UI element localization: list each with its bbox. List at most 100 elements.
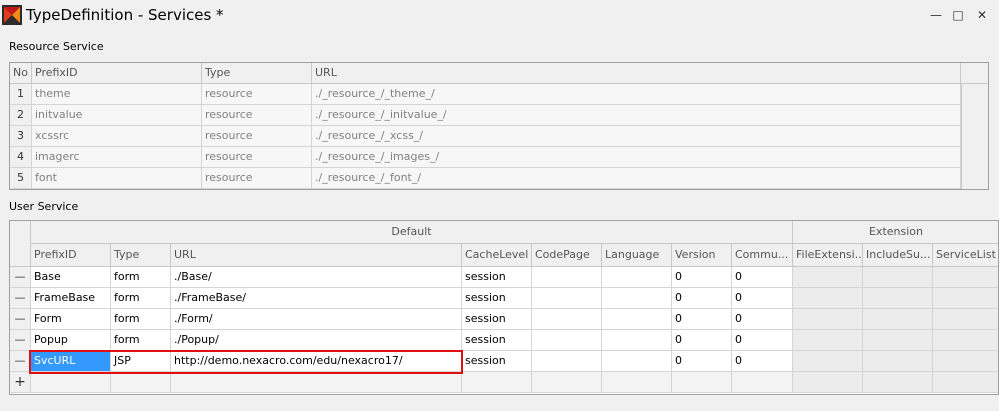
column-header-url[interactable]: URL <box>171 244 462 267</box>
table-cell-prefixid[interactable]: Popup <box>31 330 111 351</box>
new-row-cell[interactable] <box>933 372 998 393</box>
table-cell-fileextension[interactable] <box>793 309 863 330</box>
table-cell-type[interactable]: resource <box>202 105 312 126</box>
vertical-scrollbar[interactable] <box>961 84 988 189</box>
column-header-type[interactable]: Type <box>111 244 171 267</box>
table-cell-cachelevel[interactable]: session <box>462 288 532 309</box>
column-header-communication[interactable]: Commu... <box>732 244 793 267</box>
table-cell-cachelevel[interactable]: session <box>462 267 532 288</box>
new-row-cell[interactable] <box>863 372 933 393</box>
new-row-cell[interactable] <box>111 372 171 393</box>
table-cell-language[interactable] <box>602 309 672 330</box>
table-cell-version[interactable]: 0 <box>672 330 732 351</box>
table-cell-url[interactable]: ./Form/ <box>171 309 462 330</box>
column-header-no[interactable]: No <box>10 63 32 84</box>
column-header-cachelevel[interactable]: CacheLevel <box>462 244 532 267</box>
column-header-url[interactable]: URL <box>312 63 961 84</box>
table-cell-servicelist[interactable] <box>933 288 998 309</box>
column-header-language[interactable]: Language <box>602 244 672 267</box>
column-header-includesubdir[interactable]: IncludeSu... <box>863 244 933 267</box>
column-header-fileextension[interactable]: FileExtensi... <box>793 244 863 267</box>
table-cell-prefixid[interactable]: Base <box>31 267 111 288</box>
table-cell-type[interactable]: form <box>111 288 171 309</box>
table-cell-codepage[interactable] <box>532 309 602 330</box>
table-cell-url[interactable]: ./FrameBase/ <box>171 288 462 309</box>
table-cell-version[interactable]: 0 <box>672 351 732 372</box>
column-header-version[interactable]: Version <box>672 244 732 267</box>
table-cell-cachelevel[interactable]: session <box>462 309 532 330</box>
table-cell-communication[interactable]: 0 <box>732 288 793 309</box>
table-cell-prefixid[interactable]: xcssrc <box>32 126 202 147</box>
table-cell-cachelevel[interactable]: session <box>462 330 532 351</box>
table-cell-prefixid[interactable]: initvalue <box>32 105 202 126</box>
table-cell-includesubdir[interactable] <box>863 330 933 351</box>
table-cell-url[interactable]: ./_resource_/_images_/ <box>312 147 961 168</box>
table-cell-prefixid[interactable]: Form <box>31 309 111 330</box>
minimize-button[interactable]: — <box>924 4 948 26</box>
table-cell-language[interactable] <box>602 330 672 351</box>
new-row-cell[interactable] <box>793 372 863 393</box>
table-cell-language[interactable] <box>602 351 672 372</box>
table-cell-version[interactable]: 0 <box>672 267 732 288</box>
column-header-prefixid[interactable]: PrefixID <box>32 63 202 84</box>
table-cell-version[interactable]: 0 <box>672 288 732 309</box>
table-cell-fileextension[interactable] <box>793 288 863 309</box>
table-cell-fileextension[interactable] <box>793 267 863 288</box>
table-cell-servicelist[interactable] <box>933 330 998 351</box>
maximize-button[interactable]: □ <box>946 4 970 26</box>
column-header-servicelist[interactable]: ServiceList <box>933 244 998 267</box>
table-cell-servicelist[interactable] <box>933 267 998 288</box>
table-cell-url[interactable]: ./_resource_/_initvalue_/ <box>312 105 961 126</box>
table-cell-url[interactable]: ./_resource_/_font_/ <box>312 168 961 189</box>
table-cell-cachelevel[interactable]: session <box>462 351 532 372</box>
table-cell-includesubdir[interactable] <box>863 288 933 309</box>
table-cell-includesubdir[interactable] <box>863 351 933 372</box>
new-row-cell[interactable] <box>462 372 532 393</box>
new-row-cell[interactable] <box>602 372 672 393</box>
table-cell-servicelist[interactable] <box>933 351 998 372</box>
table-cell-type[interactable]: resource <box>202 84 312 105</box>
table-cell-url[interactable]: ./_resource_/_xcss_/ <box>312 126 961 147</box>
table-cell-prefixid[interactable]: theme <box>32 84 202 105</box>
table-cell-codepage[interactable] <box>532 288 602 309</box>
table-cell-url[interactable]: ./_resource_/_theme_/ <box>312 84 961 105</box>
table-cell-communication[interactable]: 0 <box>732 330 793 351</box>
table-cell-includesubdir[interactable] <box>863 309 933 330</box>
table-cell-type[interactable]: resource <box>202 147 312 168</box>
table-cell-codepage[interactable] <box>532 330 602 351</box>
column-header-prefixid[interactable]: PrefixID <box>31 244 111 267</box>
table-cell-type[interactable]: form <box>111 309 171 330</box>
table-cell-codepage[interactable] <box>532 351 602 372</box>
close-button[interactable]: ✕ <box>970 4 994 26</box>
table-cell-communication[interactable]: 0 <box>732 351 793 372</box>
table-cell-url[interactable]: http://demo.nexacro.com/edu/nexacro17/ <box>171 351 462 372</box>
new-row-cell[interactable] <box>672 372 732 393</box>
table-cell-includesubdir[interactable] <box>863 267 933 288</box>
table-cell-communication[interactable]: 0 <box>732 267 793 288</box>
table-cell-fileextension[interactable] <box>793 351 863 372</box>
table-cell-communication[interactable]: 0 <box>732 309 793 330</box>
table-cell-prefixid-selected[interactable]: SvcURL <box>31 351 111 372</box>
table-cell-type[interactable]: form <box>111 267 171 288</box>
new-row-cell[interactable] <box>171 372 462 393</box>
table-cell-language[interactable] <box>602 267 672 288</box>
table-cell-version[interactable]: 0 <box>672 309 732 330</box>
table-cell-type[interactable]: resource <box>202 126 312 147</box>
table-cell-servicelist[interactable] <box>933 309 998 330</box>
new-row-cell[interactable] <box>532 372 602 393</box>
table-cell-codepage[interactable] <box>532 267 602 288</box>
table-cell-prefixid[interactable]: FrameBase <box>31 288 111 309</box>
table-cell-url[interactable]: ./Base/ <box>171 267 462 288</box>
table-cell-type[interactable]: JSP <box>111 351 171 372</box>
new-row-cell[interactable] <box>31 372 111 393</box>
add-row-button[interactable]: + <box>10 372 31 393</box>
table-cell-url[interactable]: ./Popup/ <box>171 330 462 351</box>
table-cell-type[interactable]: form <box>111 330 171 351</box>
table-cell-prefixid[interactable]: font <box>32 168 202 189</box>
table-cell-fileextension[interactable] <box>793 330 863 351</box>
column-header-type[interactable]: Type <box>202 63 312 84</box>
table-cell-language[interactable] <box>602 288 672 309</box>
new-row-cell[interactable] <box>732 372 793 393</box>
table-cell-prefixid[interactable]: imagerc <box>32 147 202 168</box>
table-cell-type[interactable]: resource <box>202 168 312 189</box>
